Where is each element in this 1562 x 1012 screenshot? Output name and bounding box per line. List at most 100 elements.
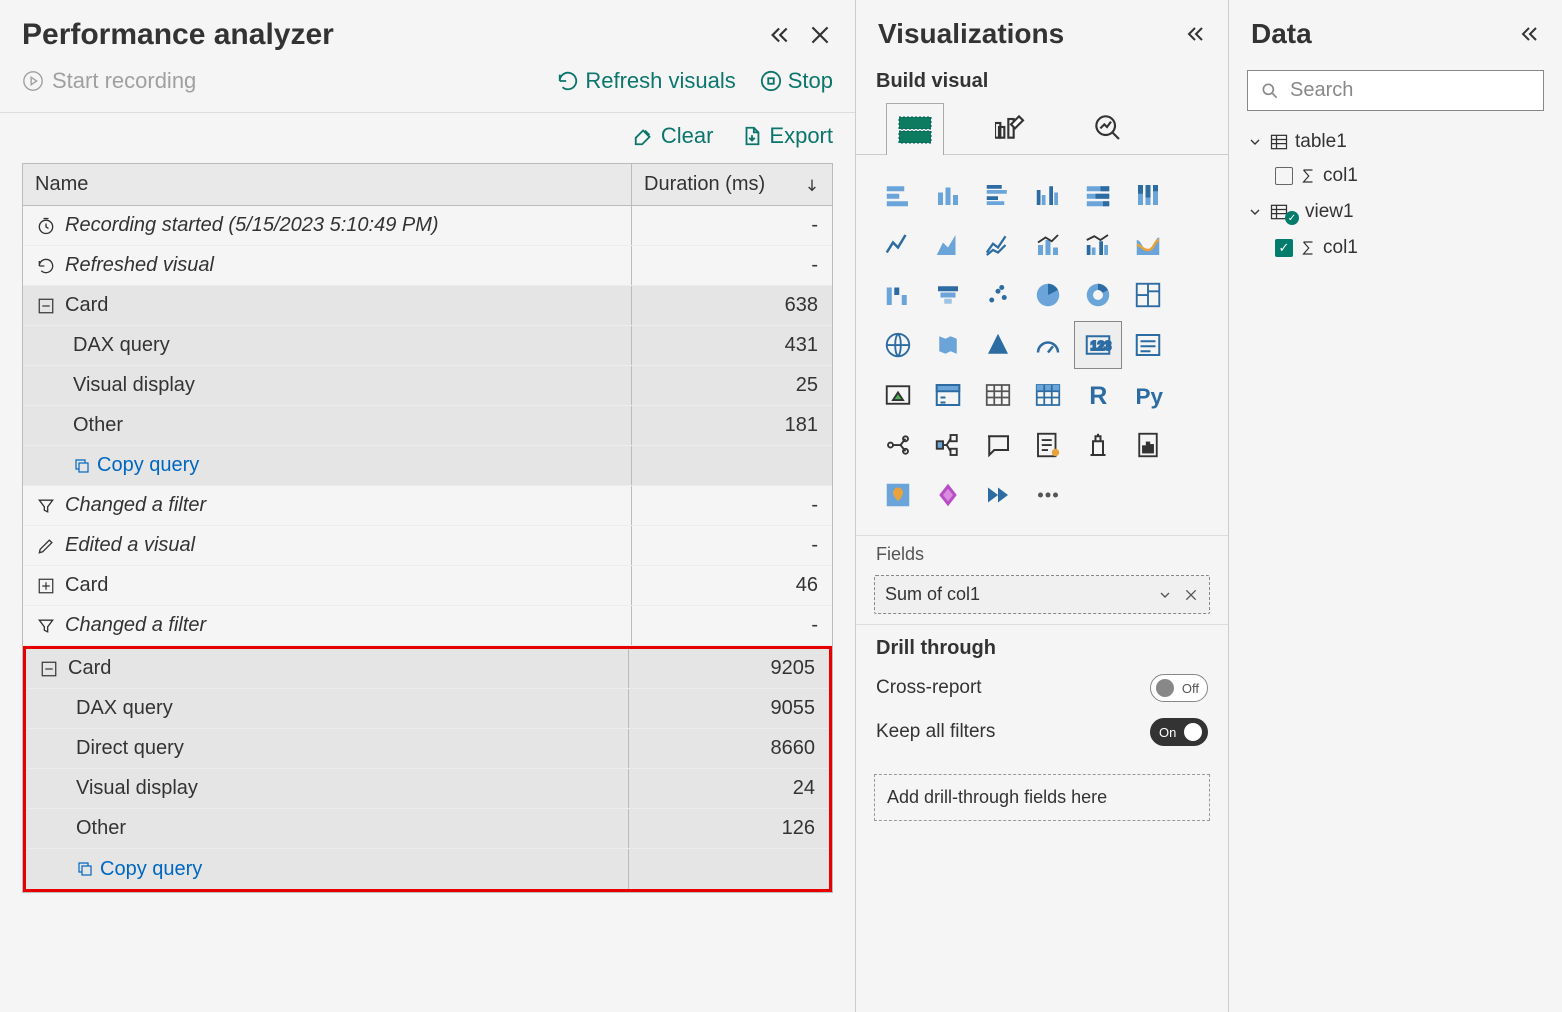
sigma-icon [1299,167,1317,185]
column-duration[interactable]: Duration (ms) [632,164,832,205]
viz-pie-icon[interactable] [1024,271,1072,319]
data-title: Data [1251,18,1516,50]
keep-filters-toggle[interactable]: On [1150,718,1208,746]
viz-line-icon[interactable] [874,221,922,269]
tree-view[interactable]: ✓ view1 [1247,193,1544,231]
viz-line-stacked-column-icon[interactable] [1024,221,1072,269]
stop-button[interactable]: Stop [760,68,833,94]
viz-stacked-bar-icon[interactable] [874,171,922,219]
export-button[interactable]: Export [741,123,833,149]
copy-query-link[interactable]: Copy query [76,858,202,881]
viz-slicer-icon[interactable] [924,371,972,419]
viz-table-icon[interactable] [974,371,1022,419]
table-row: Changed a filter- [23,606,832,646]
tree-column[interactable]: col1 [1247,159,1544,193]
table-row: Direct query8660 [26,729,829,769]
table-icon [1269,132,1289,152]
copy-query-link[interactable]: Copy query [73,454,199,477]
viz-powerautomate-icon[interactable] [974,471,1022,519]
viz-100-stacked-bar-icon[interactable] [1074,171,1122,219]
data-panel: Data Search table1 col1 ✓ view1 ✓ col1 [1229,0,1562,1012]
viz-title: Visualizations [878,18,1182,50]
column-name[interactable]: Name [23,164,632,205]
table-row: Edited a visual- [23,526,832,566]
viz-treemap-icon[interactable] [1124,271,1172,319]
viz-python-icon[interactable]: Py [1124,371,1172,419]
checkbox-checked[interactable]: ✓ [1275,239,1293,257]
clock-icon [35,215,57,237]
table-row: Other181 [23,406,832,446]
collapse-icon[interactable] [1516,22,1540,46]
perf-toolbar: Start recording Refresh visuals Stop [0,62,855,112]
viz-kpi-icon[interactable] [874,371,922,419]
fields-label: Fields [856,535,1228,575]
viz-matrix-icon[interactable] [1024,371,1072,419]
tab-analytics[interactable] [1078,103,1136,155]
fields-tree: table1 col1 ✓ view1 ✓ col1 [1229,125,1562,265]
viz-ribbon-icon[interactable] [1124,221,1172,269]
table-row-card[interactable]: Card 9205 [26,649,829,689]
table-row: Changed a filter- [23,486,832,526]
viz-decomposition-tree-icon[interactable] [924,421,972,469]
viz-map-icon[interactable] [874,321,922,369]
viz-funnel-icon[interactable] [924,271,972,319]
perf-table: Name Duration (ms) Recording started (5/… [22,163,833,893]
viz-powerapps-icon[interactable] [924,471,972,519]
tree-column[interactable]: ✓ col1 [1247,231,1544,265]
perf-title: Performance analyzer [22,18,765,52]
refresh-visuals-button[interactable]: Refresh visuals [557,68,735,94]
close-icon[interactable] [807,22,833,48]
viz-area-icon[interactable] [924,221,972,269]
viz-smart-narrative-icon[interactable] [1024,421,1072,469]
table-row-card[interactable]: Card 638 [23,286,832,326]
collapse-icon[interactable] [765,22,791,48]
viz-azure-map-icon[interactable] [974,321,1022,369]
collapse-icon[interactable] [1182,22,1206,46]
table-row[interactable]: Card46 [23,566,832,606]
viz-card-icon[interactable]: 123 [1074,321,1122,369]
viz-scatter-icon[interactable] [974,271,1022,319]
svg-text:R: R [1089,382,1107,410]
chevron-down-icon[interactable] [1157,587,1173,603]
tab-build-visual[interactable] [886,103,944,155]
filter-icon [35,495,57,517]
tab-format-visual[interactable] [982,103,1040,155]
perf-header: Performance analyzer [0,0,855,62]
viz-goals-icon[interactable] [1074,421,1122,469]
viz-gauge-icon[interactable] [1024,321,1072,369]
expand-plus-icon[interactable] [35,575,57,597]
viz-r-script-icon[interactable]: R [1074,371,1122,419]
checkbox-unchecked[interactable] [1275,167,1293,185]
data-header: Data [1229,0,1562,60]
viz-more-icon[interactable] [1024,471,1072,519]
refresh-icon [35,255,57,277]
viz-waterfall-icon[interactable] [874,271,922,319]
viz-clustered-bar-icon[interactable] [974,171,1022,219]
cross-report-toggle[interactable]: Off [1150,674,1208,702]
table-row: Visual display24 [26,769,829,809]
search-input[interactable]: Search [1247,70,1544,111]
sigma-icon [1299,239,1317,257]
viz-key-influencers-icon[interactable] [874,421,922,469]
table-row: DAX query9055 [26,689,829,729]
viz-filled-map-icon[interactable] [924,321,972,369]
field-well[interactable]: Sum of col1 [874,575,1210,614]
performance-analyzer-panel: Performance analyzer Start recording Ref… [0,0,856,1012]
viz-paginated-report-icon[interactable] [1124,421,1172,469]
viz-multi-row-card-icon[interactable] [1124,321,1172,369]
viz-stacked-column-icon[interactable] [924,171,972,219]
viz-stacked-area-icon[interactable] [974,221,1022,269]
viz-donut-icon[interactable] [1074,271,1122,319]
tree-table[interactable]: table1 [1247,125,1544,159]
viz-clustered-column-icon[interactable] [1024,171,1072,219]
clear-button[interactable]: Clear [633,123,714,149]
viz-qa-icon[interactable] [974,421,1022,469]
viz-100-stacked-column-icon[interactable] [1124,171,1172,219]
drill-through-dropzone[interactable]: Add drill-through fields here [874,774,1210,821]
collapse-minus-icon[interactable] [35,295,57,317]
viz-line-clustered-column-icon[interactable] [1074,221,1122,269]
viz-arcgis-icon[interactable] [874,471,922,519]
collapse-minus-icon[interactable] [38,658,60,680]
remove-field-icon[interactable] [1183,587,1199,603]
highlighted-card-group: Card 9205 DAX query9055 Direct query8660… [23,646,832,892]
